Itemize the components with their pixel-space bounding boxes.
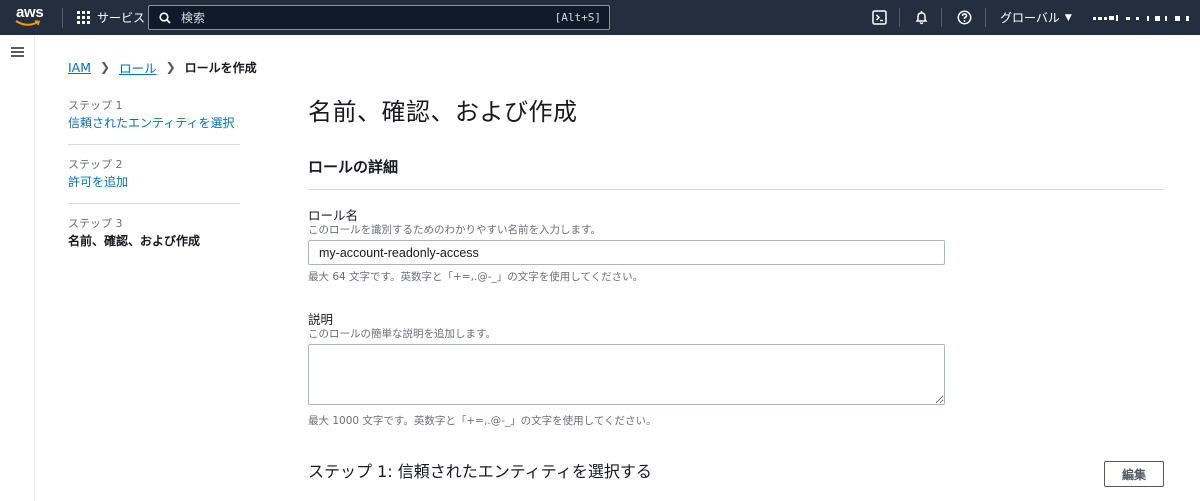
nav-separator xyxy=(62,7,63,28)
services-label: サービス xyxy=(97,11,146,25)
step-number: ステップ 2 xyxy=(68,158,123,171)
description-help: このロールの簡単な説明を追加します。 xyxy=(308,328,496,340)
help-button[interactable] xyxy=(956,9,973,26)
account-menu[interactable] xyxy=(1093,13,1189,23)
global-search-box[interactable]: 検索 [Alt+S] xyxy=(148,5,610,30)
description-textarea[interactable] xyxy=(308,344,945,405)
region-selector[interactable]: グローバル ▼ xyxy=(1000,0,1072,35)
breadcrumb: IAM ❯ ロール ❯ ロールを作成 xyxy=(68,58,257,76)
wizard-step-3: ステップ 3 名前、確認、および作成 xyxy=(68,216,240,262)
step-1-review-heading: ステップ 1: 信頼されたエンティティを選択する xyxy=(308,462,652,481)
wizard-step-1: ステップ 1 信頼されたエンティティを選択 xyxy=(68,98,240,145)
role-name-description: このロールを識別するためのわかりやすい名前を入力します。 xyxy=(308,224,601,236)
step-number: ステップ 1 xyxy=(68,99,123,112)
search-placeholder: 検索 xyxy=(181,11,206,25)
services-menu-button[interactable]: サービス xyxy=(71,0,151,35)
grid-icon xyxy=(77,11,90,24)
role-name-input[interactable] xyxy=(308,240,945,265)
breadcrumb-current: ロールを作成 xyxy=(184,60,257,75)
step-number: ステップ 3 xyxy=(68,217,123,230)
cloudshell-button[interactable] xyxy=(871,9,888,26)
cloudshell-icon xyxy=(872,10,887,25)
notifications-button[interactable] xyxy=(913,9,930,26)
section-title-role-details: ロールの詳細 xyxy=(308,158,399,176)
region-label: グローバル xyxy=(1000,11,1060,25)
step-1-link[interactable]: 信頼されたエンティティを選択 xyxy=(68,115,240,132)
search-shortcut-hint: [Alt+S] xyxy=(554,11,601,24)
page-title: 名前、確認、および作成 xyxy=(308,98,578,126)
help-icon xyxy=(957,10,972,25)
hamburger-menu-icon[interactable] xyxy=(11,47,24,58)
search-icon xyxy=(159,11,171,24)
step-2-link[interactable]: 許可を追加 xyxy=(68,174,240,191)
aws-smile-icon xyxy=(15,20,41,26)
section-divider xyxy=(308,189,1164,190)
nav-divider xyxy=(985,8,986,27)
wizard-step-2: ステップ 2 許可を追加 xyxy=(68,157,240,204)
description-constraint: 最大 1000 文字です。英数字と「+=,.@-_」の文字を使用してください。 xyxy=(308,415,657,427)
nav-divider xyxy=(941,8,942,27)
caret-down-icon: ▼ xyxy=(1064,12,1072,23)
wizard-steps: ステップ 1 信頼されたエンティティを選択 ステップ 2 許可を追加 ステップ … xyxy=(68,98,240,274)
aws-logo[interactable]: aws xyxy=(8,0,58,35)
side-navigation-rail xyxy=(0,35,35,501)
edit-step-1-button[interactable]: 編集 xyxy=(1104,461,1164,487)
bell-icon xyxy=(915,11,928,25)
breadcrumb-roles-link[interactable]: ロール xyxy=(119,58,157,77)
chevron-right-icon: ❯ xyxy=(165,60,176,74)
step-3-current: 名前、確認、および作成 xyxy=(68,234,201,248)
breadcrumb-iam-link[interactable]: IAM xyxy=(68,60,91,75)
nav-divider xyxy=(899,8,900,27)
chevron-right-icon: ❯ xyxy=(100,60,111,74)
role-name-constraint: 最大 64 文字です。英数字と「+=,.@-_」の文字を使用してください。 xyxy=(308,271,644,283)
aws-logo-text: aws xyxy=(16,4,44,21)
